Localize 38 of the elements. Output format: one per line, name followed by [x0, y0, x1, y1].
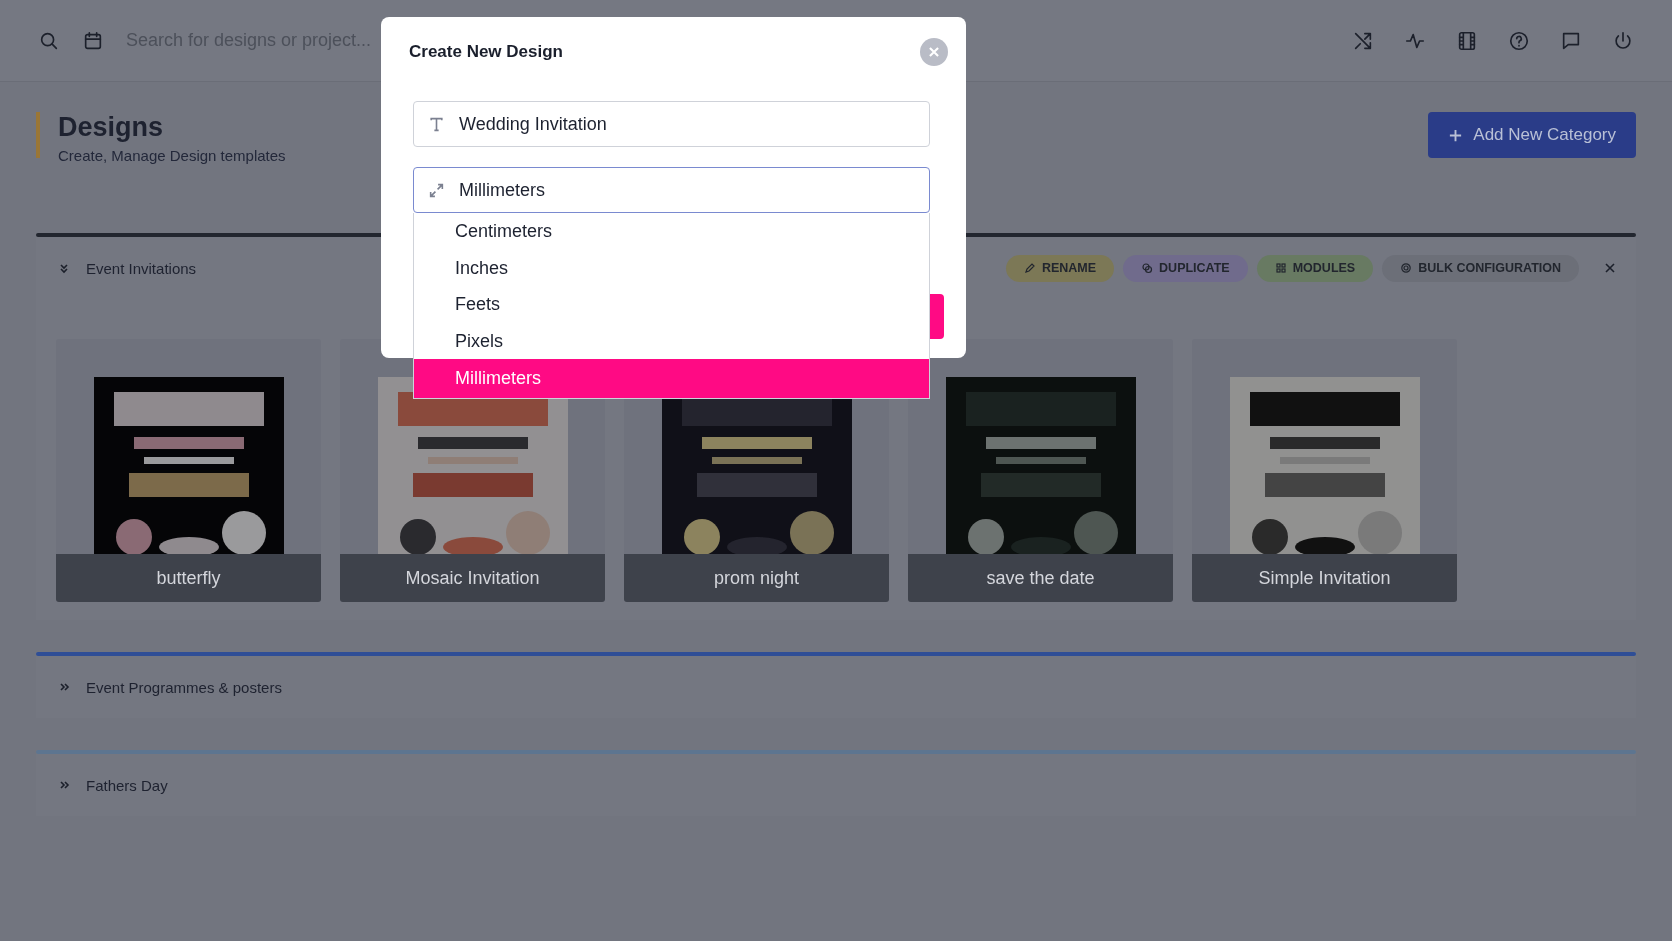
card-caption: butterfly	[56, 554, 321, 602]
film-icon[interactable]	[1456, 29, 1478, 52]
category-title[interactable]: Fathers Day	[86, 776, 168, 794]
gear-icon	[1400, 262, 1413, 274]
pencil-icon	[1023, 262, 1036, 274]
resize-icon	[428, 181, 445, 199]
card-caption: save the date	[908, 554, 1173, 602]
unit-option[interactable]: Millimeters	[414, 359, 929, 398]
chevrons-right-icon[interactable]	[58, 779, 70, 791]
unit-option[interactable]: Centimeters	[414, 213, 929, 250]
page-subtitle: Create, Manage Design templates	[58, 147, 286, 164]
category-title[interactable]: Event Invitations	[86, 259, 197, 277]
unit-select[interactable]: Millimeters	[413, 167, 930, 213]
help-icon[interactable]	[1508, 29, 1530, 52]
grid-icon	[1274, 262, 1287, 274]
design-card[interactable]: Simple Invitation	[1192, 339, 1457, 602]
page-title: Designs	[58, 112, 165, 143]
unit-option[interactable]: Inches	[414, 249, 929, 286]
card-caption: Simple Invitation	[1192, 554, 1457, 602]
design-card[interactable]: save the date	[908, 339, 1173, 602]
chevrons-right-icon[interactable]	[58, 681, 70, 693]
calendar-icon[interactable]	[82, 29, 104, 52]
title-accent-bar	[36, 112, 40, 158]
unit-option[interactable]: Feets	[414, 286, 929, 323]
chevrons-down-icon[interactable]	[58, 262, 70, 274]
power-icon[interactable]	[1612, 29, 1634, 52]
add-category-button[interactable]: Add New Category	[1428, 112, 1636, 158]
copy-icon	[1141, 262, 1154, 274]
card-caption: Mosaic Invitation	[340, 554, 605, 602]
plus-icon	[1448, 127, 1464, 143]
name-field[interactable]: Wedding Invitation	[413, 101, 930, 147]
card-caption: prom night	[624, 554, 889, 602]
close-icon[interactable]	[1604, 262, 1616, 274]
text-icon	[428, 115, 445, 133]
dialog-title: Create New Design	[409, 42, 563, 62]
category-title[interactable]: Event Programmes & posters	[86, 678, 282, 696]
close-icon	[927, 45, 941, 59]
design-card[interactable]: butterfly	[56, 339, 321, 602]
